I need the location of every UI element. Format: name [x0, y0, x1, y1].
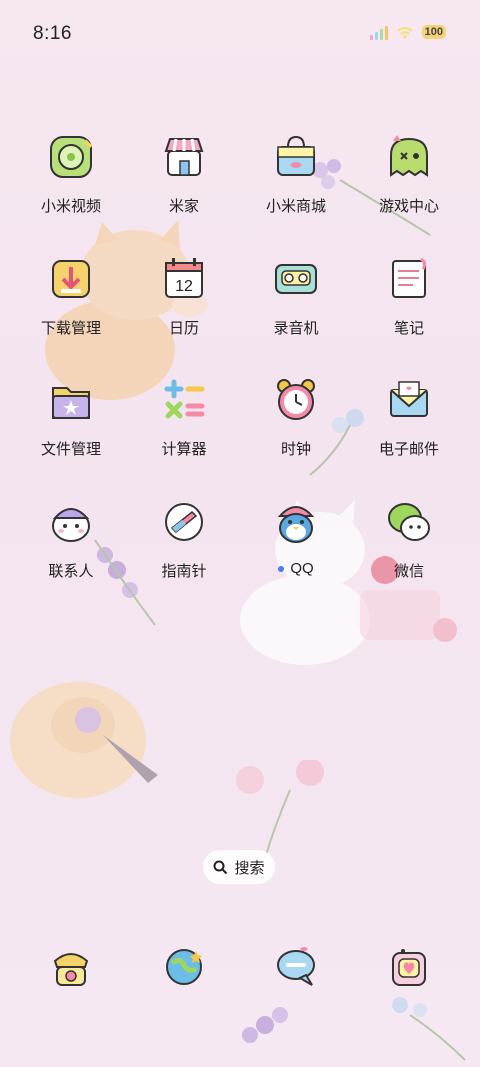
app-label: 电子邮件 — [378, 441, 439, 458]
phone-icon — [39, 935, 103, 999]
app-email[interactable]: 电子邮件 — [353, 368, 465, 459]
app-compass[interactable]: 指南针 — [128, 490, 240, 581]
calendar-icon: 12 — [152, 247, 216, 311]
ghost-icon — [377, 125, 441, 189]
dock-app-browser[interactable] — [128, 935, 240, 999]
app-label: 文件管理 — [40, 441, 101, 458]
app-qq[interactable]: QQ — [240, 490, 352, 577]
flower-decoration — [236, 760, 324, 859]
wechat-icon — [377, 490, 441, 554]
bag-icon — [264, 125, 328, 189]
app-label: 计算器 — [161, 441, 207, 458]
app-grid: 小米视频 米家 小米商城 游戏中心 下载管理 12 日历 录音机 笔记 文件管理… — [0, 0, 480, 600]
dock-app-camera[interactable] — [353, 935, 465, 999]
messages-icon — [264, 935, 328, 999]
clock-icon — [264, 368, 328, 432]
app-game-center[interactable]: 游戏中心 — [353, 125, 465, 216]
shop-icon — [152, 125, 216, 189]
app-label: 指南针 — [161, 563, 207, 580]
app-label: QQ — [240, 560, 352, 577]
calculator-icon — [152, 368, 216, 432]
folder-icon — [39, 368, 103, 432]
app-download-manager[interactable]: 下载管理 — [15, 247, 127, 338]
notes-icon — [377, 247, 441, 311]
app-contacts[interactable]: 联系人 — [15, 490, 127, 581]
dock — [0, 935, 480, 1005]
calendar-day: 12 — [175, 278, 193, 295]
app-label: 小米视频 — [40, 198, 101, 215]
search-button[interactable]: 搜索 — [203, 850, 275, 884]
browser-icon — [152, 935, 216, 999]
download-icon — [39, 247, 103, 311]
penguin-icon — [264, 490, 328, 554]
contacts-icon — [39, 490, 103, 554]
app-label-text: QQ — [290, 560, 314, 577]
dock-app-phone[interactable] — [15, 935, 127, 999]
app-xiaomi-video[interactable]: 小米视频 — [15, 125, 127, 216]
app-label: 笔记 — [393, 320, 424, 337]
app-label: 日历 — [168, 320, 199, 337]
app-xiaomi-store[interactable]: 小米商城 — [240, 125, 352, 216]
mail-icon — [377, 368, 441, 432]
search-icon — [213, 860, 228, 874]
video-icon — [39, 125, 103, 189]
app-label: 米家 — [168, 198, 199, 215]
app-label: 时钟 — [280, 441, 311, 458]
app-wechat[interactable]: 微信 — [353, 490, 465, 581]
app-recorder[interactable]: 录音机 — [240, 247, 352, 338]
dock-app-messages[interactable] — [240, 935, 352, 999]
app-clock[interactable]: 时钟 — [240, 368, 352, 459]
app-label: 下载管理 — [40, 320, 101, 337]
notification-dot — [278, 565, 285, 572]
app-label: 微信 — [393, 563, 424, 580]
compass-icon — [152, 490, 216, 554]
app-label: 小米商城 — [265, 198, 326, 215]
app-label: 游戏中心 — [378, 198, 439, 215]
recorder-icon — [264, 247, 328, 311]
app-mijia[interactable]: 米家 — [128, 125, 240, 216]
app-calendar[interactable]: 12 日历 — [128, 247, 240, 338]
app-label: 联系人 — [48, 563, 94, 580]
app-file-manager[interactable]: 文件管理 — [15, 368, 127, 459]
app-notes[interactable]: 笔记 — [353, 247, 465, 338]
search-label: 搜索 — [234, 859, 265, 877]
app-label: 录音机 — [273, 320, 319, 337]
app-calculator[interactable]: 计算器 — [128, 368, 240, 459]
straw-hat-wallpaper-illustration — [10, 682, 158, 798]
camera-icon — [377, 935, 441, 999]
